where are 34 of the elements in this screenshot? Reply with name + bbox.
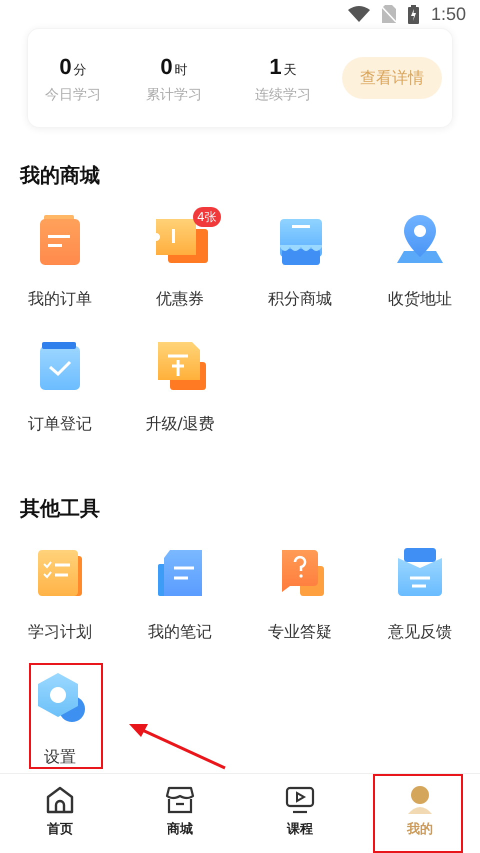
shortcut-item[interactable]: 学习计划 xyxy=(0,538,120,644)
status-time: 1:50 xyxy=(430,2,466,26)
shortcut-item[interactable]: 专业答疑 xyxy=(240,538,360,644)
wifi-icon xyxy=(348,6,370,22)
section-title: 我的商城 xyxy=(18,162,101,189)
stat-label: 今日学习 xyxy=(45,86,101,105)
stat-value: 0 xyxy=(160,53,173,81)
shortcut-item[interactable]: 升级/退费 xyxy=(120,330,240,436)
battery-charging-icon xyxy=(408,4,419,24)
video-play-icon xyxy=(285,786,315,814)
shortcut-item[interactable]: 4张 优惠券 xyxy=(120,205,240,311)
stat-unit: 分 xyxy=(74,62,87,80)
shortcut-item[interactable]: 收货地址 xyxy=(360,205,480,311)
shortcut-item[interactable]: 设置 xyxy=(0,663,120,769)
stat-unit: 天 xyxy=(284,62,297,80)
stat-label: 连续学习 xyxy=(255,86,311,105)
nav-tab[interactable]: 课程 xyxy=(240,774,360,853)
store-icon xyxy=(165,786,195,814)
stat-value: 1 xyxy=(269,53,282,81)
stat-label: 累计学习 xyxy=(146,86,202,105)
count-badge: 4张 xyxy=(193,207,221,227)
shortcut-item[interactable]: 意见反馈 xyxy=(360,538,480,644)
avatar-icon xyxy=(405,786,435,814)
shortcut-item[interactable]: 积分商城 xyxy=(240,205,360,311)
stat-unit: 时 xyxy=(174,62,188,80)
shortcut-item[interactable]: 我的订单 xyxy=(0,205,120,311)
nav-tab[interactable]: 首页 xyxy=(0,774,120,853)
no-sim-icon xyxy=(382,5,396,23)
section-title: 其他工具 xyxy=(19,495,101,522)
nav-tab[interactable]: 商城 xyxy=(120,774,240,853)
stat-value: 0 xyxy=(59,53,72,81)
home-icon xyxy=(45,786,75,814)
shortcut-item[interactable]: 订单登记 xyxy=(0,330,120,436)
shortcut-item[interactable]: 我的笔记 xyxy=(120,538,240,644)
